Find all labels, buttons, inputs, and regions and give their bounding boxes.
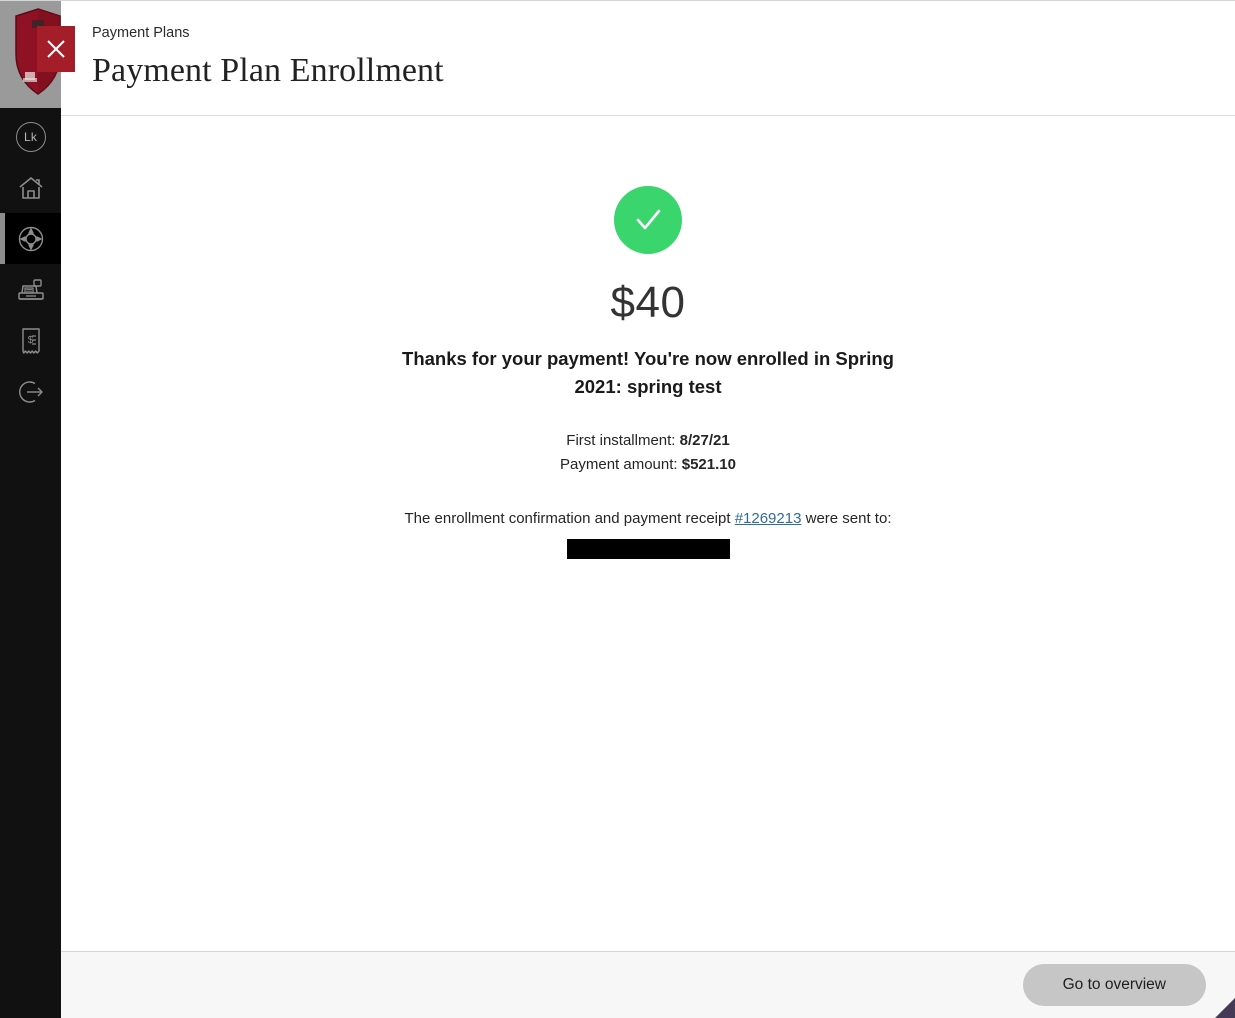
sidebar-item-checkout[interactable] [0,264,61,315]
home-icon [18,176,43,199]
sidebar-logo-block [0,1,75,108]
sidebar-item-billing[interactable]: $ [0,315,61,366]
receipt-suffix-text: were sent to: [805,510,892,527]
sidebar-nav-list: Lk $ [0,108,61,1018]
close-button[interactable] [37,26,75,72]
first-installment-row: First installment: 8/27/21 [566,429,729,453]
receipt-prefix-text: The enrollment confirmation and payment … [404,510,731,527]
sidebar-item-payment-plans[interactable] [0,213,61,264]
enrollment-confirmation: $40 Thanks for your payment! You're now … [61,116,1235,951]
checkmark-icon [636,209,661,230]
avatar: Lk [15,121,46,152]
close-icon [47,40,65,58]
payment-amount-value: $521.10 [681,456,736,473]
page-header: Payment Plans Payment Plan Enrollment [61,1,1235,116]
payment-amount-row: Payment amount: $521.10 [560,453,736,477]
success-status-badge [614,186,682,254]
page-title: Payment Plan Enrollment [92,52,444,89]
receipt-number-link[interactable]: #1269213 [735,510,802,527]
first-installment-value: 8/27/21 [679,432,730,449]
receipt-sent-line: The enrollment confirmation and payment … [405,507,892,531]
amount-paid: $40 [610,278,686,327]
logout-icon [18,380,43,403]
go-to-overview-button[interactable]: Go to overview [1022,964,1206,1006]
page-footer: Go to overview [61,951,1235,1018]
confirmation-headline: Thanks for your payment! You're now enro… [402,348,894,397]
redacted-recipient-email [566,539,730,559]
app-window: Lk $ Payment Plans Payment Plan Enrollme… [0,0,1235,1018]
cash-register-icon [17,278,44,300]
receipt-icon: $ [21,327,40,354]
sidebar-item-signout[interactable] [0,366,61,417]
sidebar-item-home[interactable] [0,162,61,213]
first-installment-label: First installment: [566,432,676,449]
sidebar-item-account[interactable]: Lk [0,111,61,162]
sidebar: Lk $ [0,1,75,1018]
payment-amount-label: Payment amount: [560,456,678,473]
life-ring-icon [18,226,43,251]
breadcrumb: Payment Plans [92,25,190,41]
main-panel: Payment Plans Payment Plan Enrollment $4… [61,1,1235,1018]
corner-resize-mark [1215,998,1235,1018]
